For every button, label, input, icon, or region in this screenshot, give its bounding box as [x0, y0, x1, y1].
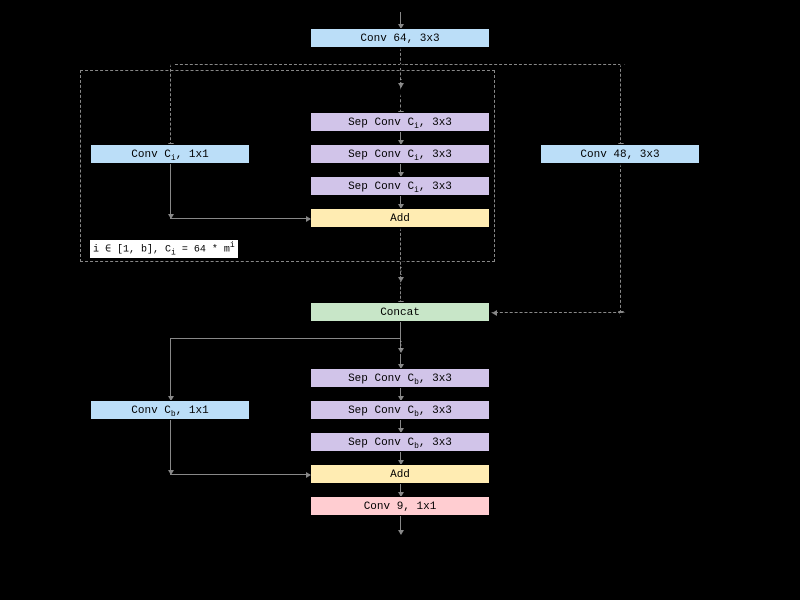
conv9-label: Conv 9, 1x1 [364, 501, 437, 513]
arrow-output [400, 516, 401, 534]
add-ci-box: Add [310, 208, 490, 228]
arrow-sep-cb-2-3 [400, 420, 401, 432]
sep-ci-2-box: Sep Conv Ci, 3x3 [310, 144, 490, 164]
hline-conv48-to-concat [490, 312, 626, 316]
sep-ci-3-label: Sep Conv Ci, 3x3 [348, 181, 452, 193]
sep-cb-3-box: Sep Conv Cb, 3x3 [310, 432, 490, 452]
arrow-sep-ci-2-3 [400, 164, 401, 176]
ellipsis-bottom: ⋮ [396, 340, 406, 352]
arrow-convci-down [170, 164, 171, 218]
conv64-box: Conv 64, 3x3 [310, 28, 490, 48]
stage-group [80, 70, 495, 262]
add-cb-box: Add [310, 464, 490, 484]
stage-note: i i ∈ [1, b], Ci = 64 * mi [90, 240, 238, 258]
arrow-convcb-down [170, 420, 171, 474]
arrow-add-to-conv9 [400, 484, 401, 496]
conv-ci-1x1-box: Conv Ci, 1x1 [90, 144, 250, 164]
conv48-box: Conv 48, 3x3 [540, 144, 700, 164]
arrow-sep-cb-3-add [400, 452, 401, 464]
sep-cb-2-label: Sep Conv Cb, 3x3 [348, 405, 452, 417]
hline-convci-to-add [170, 218, 310, 219]
conv-ci-1x1-label: Conv Ci, 1x1 [131, 149, 208, 161]
sep-ci-2-label: Sep Conv Ci, 3x3 [348, 149, 452, 161]
arrow-sep-cb-1-2 [400, 388, 401, 400]
sep-ci-1-label: Sep Conv Ci, 3x3 [348, 117, 452, 129]
sep-cb-1-box: Sep Conv Cb, 3x3 [310, 368, 490, 388]
ellipsis-mid: ⋮ [396, 266, 406, 278]
sep-cb-1-label: Sep Conv Cb, 3x3 [348, 373, 452, 385]
conv9-box: Conv 9, 1x1 [310, 496, 490, 516]
add-ci-label: Add [390, 213, 410, 225]
conv48-label: Conv 48, 3x3 [580, 149, 659, 161]
arrow-to-sep-cb1 [400, 354, 401, 368]
arrow-sep-ci-3-add [400, 196, 401, 208]
concat-label: Concat [380, 307, 420, 319]
conv-cb-1x1-label: Conv Cb, 1x1 [131, 405, 208, 417]
sep-cb-2-box: Sep Conv Cb, 3x3 [310, 400, 490, 420]
sep-ci-3-box: Sep Conv Ci, 3x3 [310, 176, 490, 196]
hline-convcb-to-add [170, 474, 310, 475]
hline-to-convci [170, 64, 406, 68]
hline-to-conv48 [400, 64, 626, 68]
hline-to-convcb [170, 338, 400, 339]
arrow-sep-ci-1-2 [400, 132, 401, 144]
arrow-to-convcb [170, 338, 171, 400]
arrow-to-conv48 [620, 64, 624, 150]
sep-cb-3-label: Sep Conv Cb, 3x3 [348, 437, 452, 449]
arrow-conv48-down [620, 164, 624, 318]
add-cb-label: Add [390, 469, 410, 481]
sep-ci-1-box: Sep Conv Ci, 3x3 [310, 112, 490, 132]
concat-box: Concat [310, 302, 490, 322]
arrow-input [400, 12, 401, 28]
conv-cb-1x1-box: Conv Cb, 1x1 [90, 400, 250, 420]
conv64-label: Conv 64, 3x3 [360, 33, 439, 45]
